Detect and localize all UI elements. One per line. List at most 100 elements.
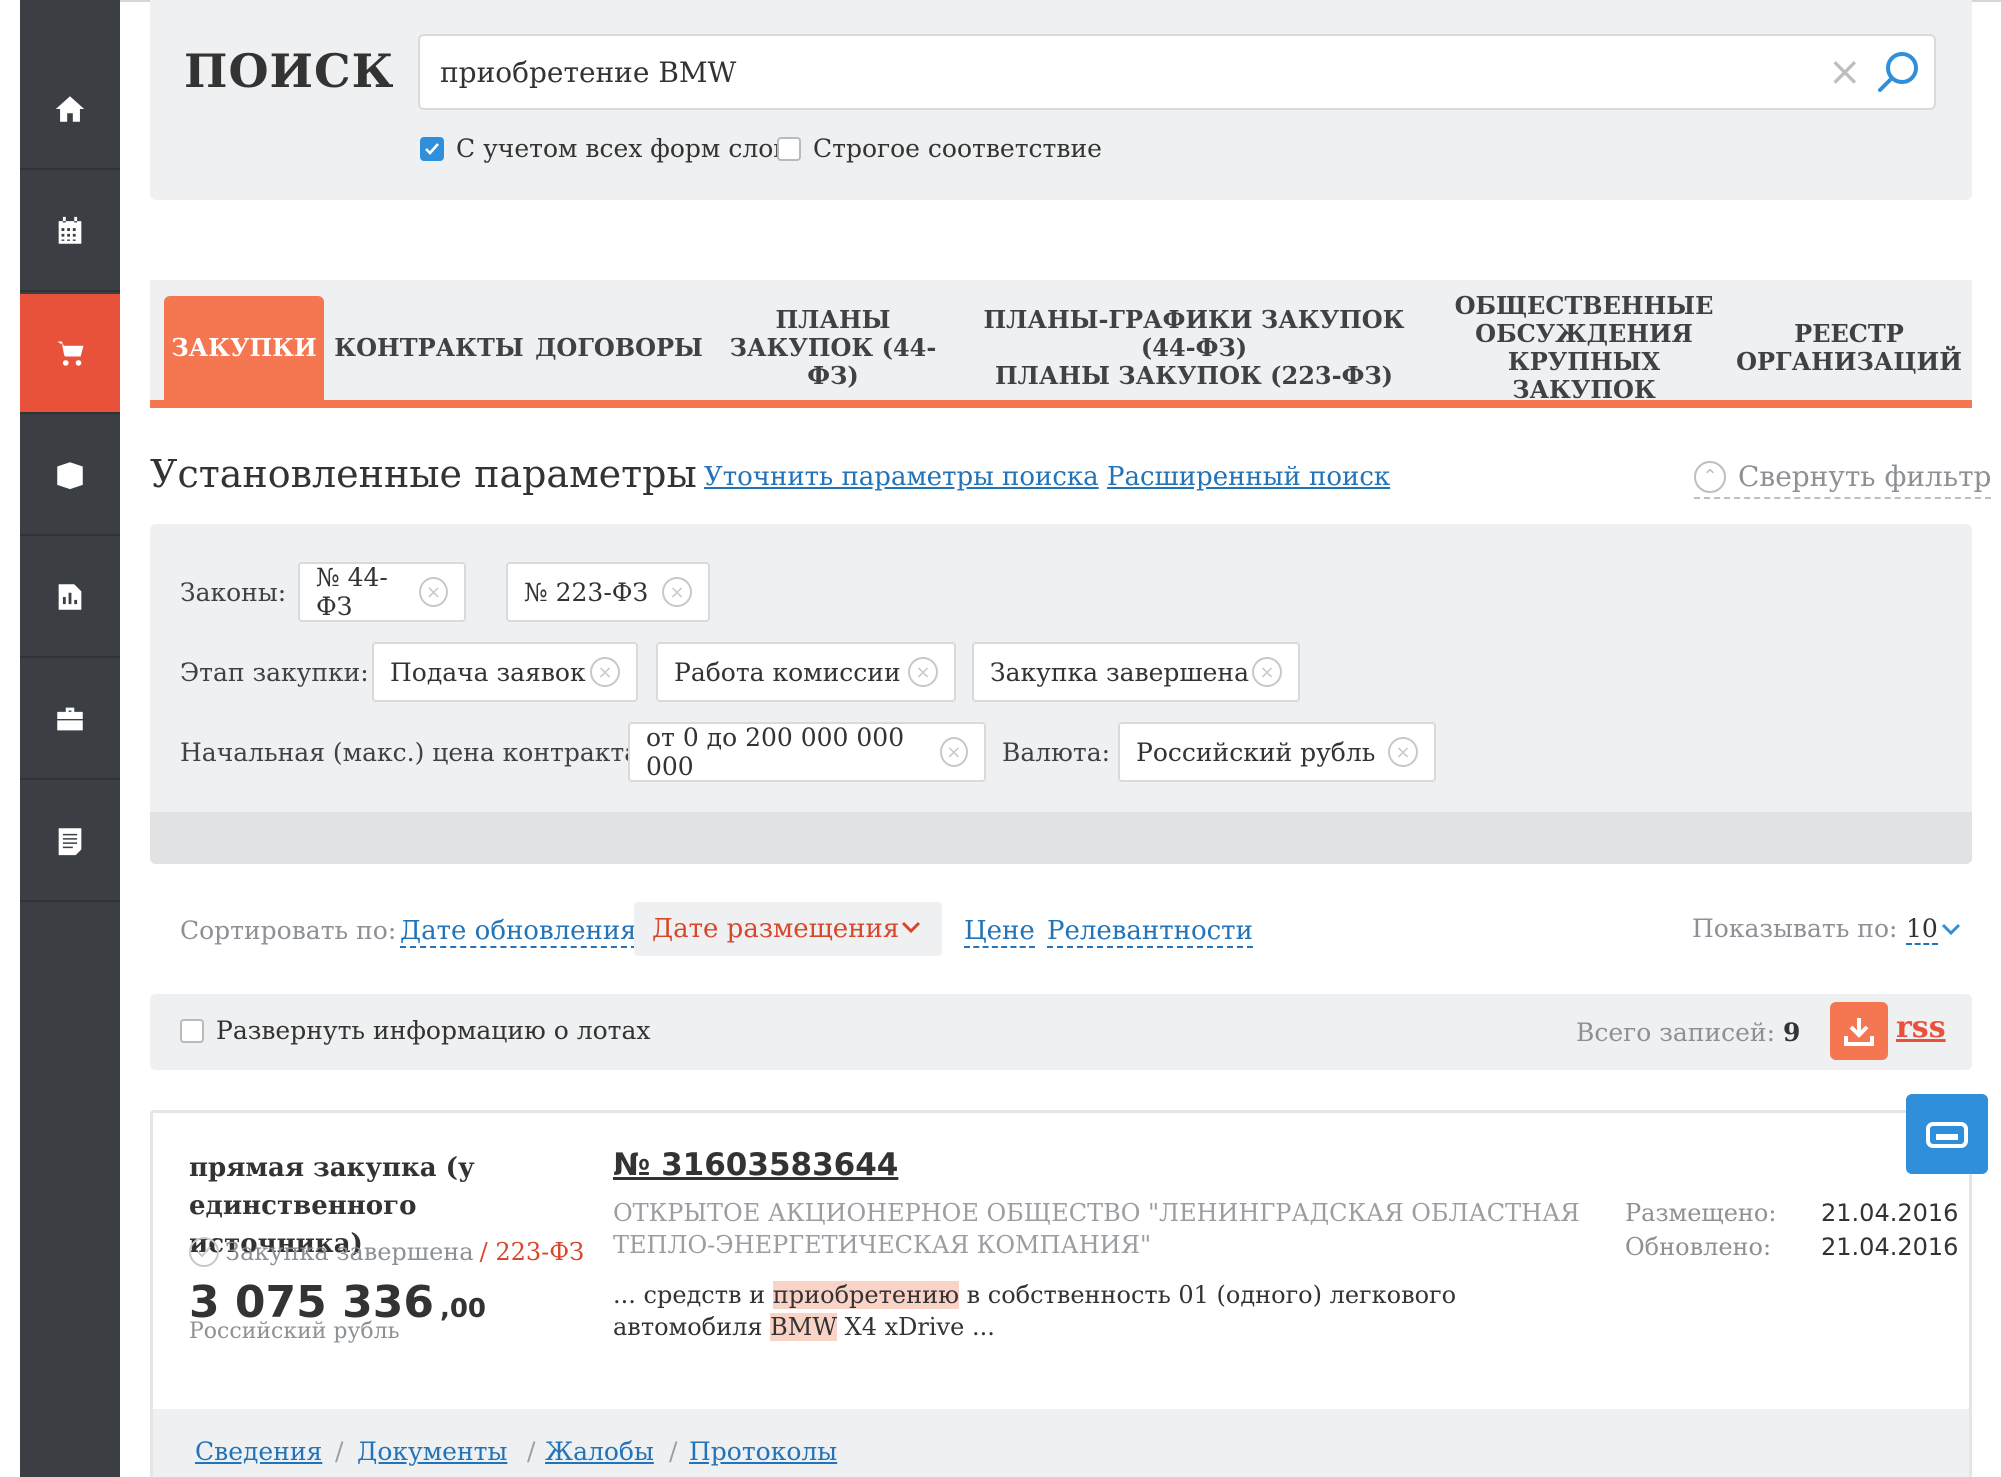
- remove-icon[interactable]: ×: [662, 577, 692, 607]
- filter-chip-label: Подача заявок: [390, 657, 586, 687]
- separator: /: [527, 1437, 536, 1466]
- option-strict-label: Строгое соответствие: [813, 134, 1102, 163]
- sidebar-item-book[interactable]: [20, 416, 120, 536]
- sidebar-item-briefcase[interactable]: [20, 660, 120, 780]
- remove-icon[interactable]: ×: [908, 657, 938, 687]
- tab-contracts[interactable]: КОНТРАКТЫ: [334, 296, 524, 400]
- total-records: Всего записей: 9: [1576, 1018, 1800, 1047]
- link-documents[interactable]: Документы: [357, 1437, 507, 1466]
- option-strict[interactable]: Строгое соответствие: [777, 134, 1102, 163]
- tab-plans[interactable]: ПЛАНЫ ЗАКУПОК (44-ФЗ): [714, 296, 952, 400]
- purchase-status: Закупка завершена / 223-ФЗ: [189, 1237, 584, 1267]
- remove-icon[interactable]: ×: [1388, 737, 1418, 767]
- expand-lots-option[interactable]: Развернуть информацию о лотах: [180, 1016, 651, 1045]
- link-details[interactable]: Сведения: [195, 1437, 322, 1466]
- tab-schedules[interactable]: ПЛАНЫ-ГРАФИКИ ЗАКУПОК (44-ФЗ) ПЛАНЫ ЗАКУП…: [958, 296, 1430, 400]
- placed-date: 21.04.2016: [1821, 1199, 1959, 1227]
- filter-panel: Законы: № 44-ФЗ × № 223-ФЗ × Этап закупк…: [150, 524, 1972, 864]
- total-records-label: Всего записей:: [1576, 1018, 1776, 1047]
- sidebar-item-documents[interactable]: [20, 782, 120, 902]
- document-icon: [58, 828, 82, 856]
- sort-label: Сортировать по:: [180, 916, 397, 945]
- updated-label: Обновлено:: [1625, 1233, 1772, 1261]
- sidebar-item-purchases[interactable]: [20, 294, 120, 414]
- printer-icon: [1926, 1122, 1968, 1148]
- search-icon[interactable]: [1872, 46, 1924, 98]
- collapse-filter-label: Свернуть фильтр: [1738, 460, 1992, 493]
- option-all-forms[interactable]: С учетом всех форм слов: [420, 134, 787, 163]
- tab-public-discussions[interactable]: ОБЩЕСТВЕННЫЕ ОБСУЖДЕНИЯ КРУПНЫХ ЗАКУПОК: [1438, 292, 1730, 404]
- page-size-select[interactable]: 10: [1906, 914, 1938, 945]
- chevron-down-icon[interactable]: [1940, 918, 1962, 940]
- customer-name: ОТКРЫТОЕ АКЦИОНЕРНОЕ ОБЩЕСТВО "ЛЕНИНГРАД…: [613, 1199, 1580, 1259]
- sidebar-item-reports[interactable]: [20, 538, 120, 658]
- home-icon: [55, 96, 85, 122]
- download-icon: [1844, 1018, 1874, 1046]
- link-protocols[interactable]: Протоколы: [689, 1437, 837, 1466]
- expand-lots-label: Развернуть информацию о лотах: [216, 1016, 651, 1045]
- sidebar-item-calendar[interactable]: [20, 172, 120, 292]
- sort-by-placement[interactable]: Дате размещения: [634, 902, 942, 956]
- checkbox-all-forms[interactable]: [420, 136, 444, 161]
- chevron-down-icon: [901, 921, 921, 934]
- download-button[interactable]: [1830, 1002, 1888, 1060]
- collapse-filter-button[interactable]: ⌃ Свернуть фильтр: [1694, 460, 1992, 499]
- tab-registry[interactable]: РЕЕСТР ОРГАНИЗАЦИЙ: [1734, 296, 1964, 400]
- link-complaints[interactable]: Жалобы: [545, 1437, 654, 1466]
- purchase-status-label: Закупка завершена: [225, 1238, 474, 1266]
- placed-label: Размещено:: [1625, 1199, 1777, 1227]
- rss-link[interactable]: rss: [1896, 1010, 1946, 1045]
- book-icon: [57, 462, 83, 490]
- purchase-number-link[interactable]: № 31603583644: [613, 1147, 898, 1183]
- sort-by-placement-label: Дате размещения: [652, 914, 900, 944]
- tab-agreements[interactable]: ДОГОВОРЫ: [530, 296, 708, 400]
- price-cents: ,00: [439, 1294, 487, 1324]
- print-button[interactable]: [1906, 1094, 1988, 1174]
- checkbox-expand-lots[interactable]: [180, 1018, 204, 1043]
- currency-label: Валюта:: [1002, 738, 1111, 767]
- search-input[interactable]: [440, 50, 1820, 94]
- laws-label: Законы:: [180, 578, 287, 607]
- stage-label: Этап закупки:: [180, 658, 369, 687]
- filter-chip-price: от 0 до 200 000 000 000 ×: [628, 722, 986, 782]
- filter-chip-stage-applications: Подача заявок ×: [372, 642, 638, 702]
- filter-panel-footer: [150, 812, 1972, 864]
- filter-chip-currency: Российский рубль ×: [1118, 722, 1436, 782]
- remove-icon[interactable]: ×: [590, 657, 620, 687]
- purchase-currency: Российский рубль: [189, 1319, 400, 1344]
- sort-by-update[interactable]: Дате обновления: [400, 916, 637, 948]
- sidebar-item-home[interactable]: [20, 50, 120, 170]
- search-panel: ПОИСК × С учетом всех форм слов Строгое …: [150, 0, 1972, 200]
- briefcase-icon: [57, 707, 83, 731]
- check-circle-icon: [189, 1237, 219, 1267]
- tab-purchases[interactable]: ЗАКУПКИ: [164, 296, 324, 400]
- sidebar: [20, 0, 120, 1477]
- filter-chip-law-223: № 223-ФЗ ×: [506, 562, 710, 622]
- refine-search-link[interactable]: Уточнить параметры поиска: [704, 462, 1099, 492]
- remove-icon[interactable]: ×: [1252, 657, 1282, 687]
- total-records-value: 9: [1782, 1018, 1801, 1047]
- separator: /: [669, 1437, 678, 1466]
- price-label: Начальная (макс.) цена контракта:: [180, 738, 648, 767]
- sort-by-relevance[interactable]: Релевантности: [1047, 916, 1253, 948]
- highlight: приобретению: [772, 1281, 959, 1309]
- updated-date: 21.04.2016: [1821, 1233, 1959, 1261]
- remove-icon[interactable]: ×: [419, 577, 448, 607]
- filter-chip-label: № 44-ФЗ: [316, 563, 388, 621]
- purchase-snippet: ... средств и приобретению в собственнос…: [613, 1281, 1457, 1341]
- clear-icon[interactable]: ×: [1828, 50, 1862, 94]
- remove-icon[interactable]: ×: [939, 737, 968, 767]
- purchase-law: / 223-ФЗ: [479, 1238, 585, 1266]
- sort-by-price[interactable]: Цене: [964, 916, 1035, 948]
- params-title: Установленные параметры: [150, 452, 697, 496]
- report-icon: [58, 584, 82, 610]
- chevron-up-icon: ⌃: [1694, 460, 1726, 493]
- calendar-icon: [58, 216, 82, 244]
- check-icon: [425, 142, 439, 155]
- result-card: прямая закупка (у единственного источник…: [150, 1110, 1972, 1477]
- highlight: BMW: [770, 1313, 838, 1341]
- filter-chip-label: № 223-ФЗ: [524, 577, 649, 607]
- separator: /: [335, 1437, 344, 1466]
- checkbox-strict[interactable]: [777, 136, 801, 161]
- advanced-search-link[interactable]: Расширенный поиск: [1107, 462, 1390, 492]
